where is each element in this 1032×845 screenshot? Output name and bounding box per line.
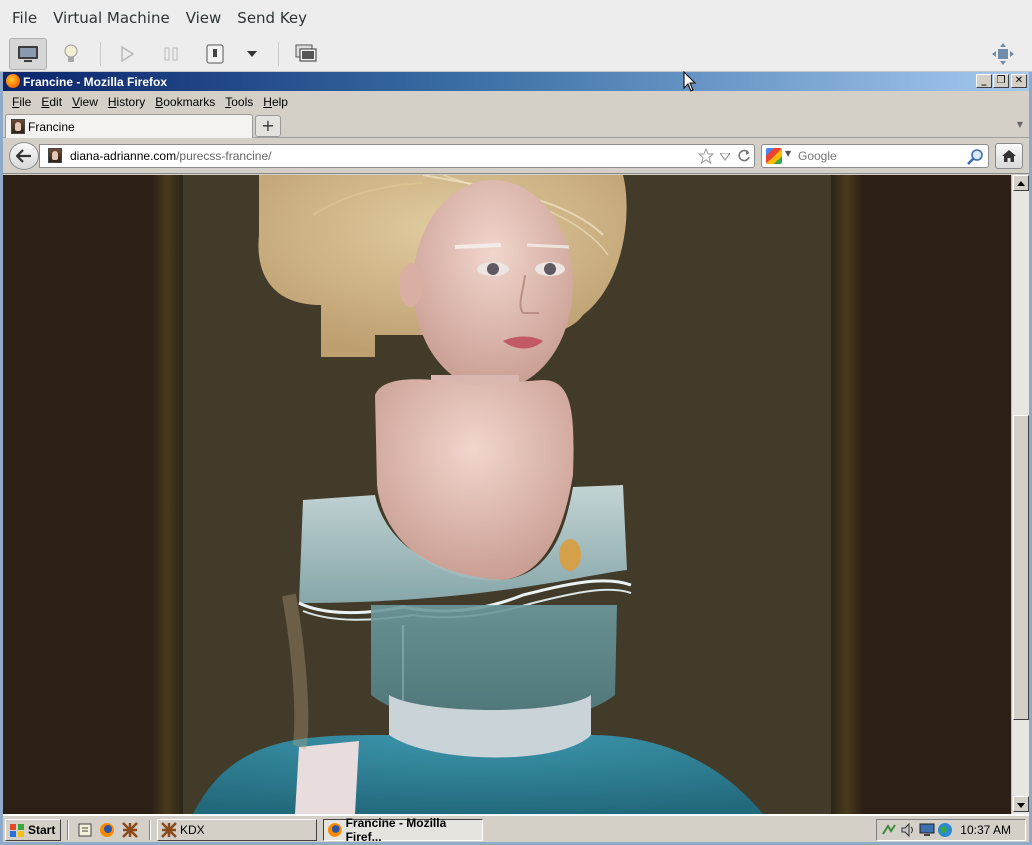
new-tab-button[interactable]: + — [255, 115, 281, 137]
details-button[interactable] — [52, 38, 90, 70]
google-engine-icon[interactable] — [766, 148, 782, 164]
menu-view[interactable]: View — [67, 95, 103, 109]
scroll-up-button[interactable] — [1013, 175, 1029, 191]
page-content[interactable] — [3, 175, 1011, 814]
kdx-icon — [161, 822, 177, 838]
tab-label: Francine — [28, 120, 75, 134]
kdx-quicklaunch-icon[interactable] — [122, 822, 138, 838]
minimize-button[interactable]: _ — [976, 74, 992, 88]
mouse-cursor-icon — [683, 71, 697, 92]
history-dropdown-icon[interactable] — [720, 153, 730, 161]
url-text[interactable]: diana-adrianne.com/purecss-francine/ — [70, 149, 271, 163]
search-placeholder: Google — [798, 149, 837, 163]
close-button[interactable]: ✕ — [1011, 74, 1027, 88]
shutdown-button[interactable] — [196, 38, 234, 70]
vm-menubar: File Virtual Machine View Send Key — [0, 0, 1032, 36]
window-titlebar[interactable]: Francine - Mozilla Firefox _ ❐ ✕ — [3, 72, 1029, 91]
start-logo-icon — [10, 824, 24, 837]
home-icon — [1002, 150, 1016, 162]
arrow-down-icon — [1017, 803, 1025, 808]
fullscreen-button[interactable] — [984, 38, 1022, 70]
pause-icon — [164, 47, 178, 61]
pause-button[interactable] — [152, 38, 190, 70]
vm-menu-view[interactable]: View — [178, 0, 230, 36]
task-firefox-label: Francine - Mozilla Firef... — [345, 816, 447, 842]
power-icon — [206, 44, 224, 64]
reload-icon[interactable] — [737, 149, 751, 163]
tab-francine[interactable]: Francine — [5, 114, 253, 139]
navigation-bar: diana-adrianne.com/purecss-francine/ ▼ G… — [3, 138, 1029, 174]
home-button[interactable] — [995, 143, 1023, 169]
restore-button[interactable]: ❐ — [993, 74, 1009, 88]
task-kdx-label: KDX — [180, 823, 205, 837]
toolbar-separator — [100, 42, 101, 66]
window-title: Francine - Mozilla Firefox — [23, 74, 168, 89]
favicon-icon — [11, 119, 25, 134]
fullscreen-icon — [992, 43, 1014, 65]
display-icon[interactable] — [919, 822, 935, 838]
start-button[interactable]: Start — [5, 819, 61, 841]
firefox-quicklaunch-icon[interactable] — [99, 822, 115, 838]
screens-icon — [295, 44, 317, 62]
menu-file[interactable]: File — [7, 95, 36, 109]
network-icon[interactable] — [881, 822, 897, 838]
menu-history[interactable]: History — [103, 95, 150, 109]
lightbulb-icon — [64, 44, 78, 62]
url-path: /purecss-francine/ — [176, 149, 272, 163]
scroll-down-button[interactable] — [1013, 796, 1029, 812]
url-domain: diana-adrianne.com — [70, 149, 177, 163]
start-label: Start — [28, 823, 56, 837]
dropdown-icon — [247, 51, 257, 57]
snapshots-button[interactable] — [287, 38, 325, 70]
menu-tools[interactable]: Tools — [220, 95, 258, 109]
tab-bar: Francine + ▼ — [3, 112, 1029, 139]
task-firefox[interactable]: Francine - Mozilla Firef... — [323, 816, 483, 842]
guest-desktop: Francine - Mozilla Firefox _ ❐ ✕ File Ed… — [3, 72, 1029, 842]
back-button[interactable] — [9, 142, 39, 170]
tab-list-icon[interactable]: ▼ — [1017, 120, 1023, 129]
firefox-menubar: File Edit View History Bookmarks Tools H… — [3, 91, 1029, 112]
menu-bookmarks[interactable]: Bookmarks — [150, 95, 220, 109]
menu-edit[interactable]: Edit — [36, 95, 67, 109]
francine-painting — [3, 175, 1011, 814]
vm-menu-file[interactable]: File — [4, 0, 45, 36]
search-icon[interactable] — [966, 148, 984, 166]
firefox-icon — [327, 823, 342, 837]
console-button[interactable] — [9, 38, 47, 70]
system-tray: 10:37 AM — [876, 819, 1026, 841]
firefox-logo-icon — [6, 74, 20, 88]
menu-help[interactable]: Help — [258, 95, 293, 109]
search-bar[interactable]: ▼ Google — [761, 144, 989, 168]
vm-menu-virtual-machine[interactable]: Virtual Machine — [45, 0, 178, 36]
firefox-window: Francine - Mozilla Firefox _ ❐ ✕ File Ed… — [3, 72, 1029, 814]
url-bar[interactable]: diana-adrianne.com/purecss-francine/ — [39, 144, 755, 168]
toolbar-separator — [278, 42, 279, 66]
monitor-icon — [18, 46, 38, 62]
taskbar-separator — [149, 820, 151, 840]
taskbar: Start KDX Francine - Mozilla Firef... 10… — [3, 814, 1029, 842]
vm-menu-send-key[interactable]: Send Key — [229, 0, 315, 36]
run-button[interactable] — [108, 38, 146, 70]
show-desktop-icon[interactable] — [77, 822, 93, 838]
engine-dropdown-icon[interactable]: ▼ — [785, 149, 791, 158]
vm-toolbar — [0, 36, 1032, 72]
back-arrow-icon — [16, 149, 31, 163]
vertical-scrollbar[interactable] — [1011, 175, 1029, 814]
scrollbar-thumb[interactable] — [1013, 415, 1029, 720]
play-icon — [121, 46, 134, 62]
site-identity-icon[interactable] — [48, 148, 62, 163]
globe-icon[interactable] — [937, 822, 953, 838]
arrow-up-icon — [1017, 181, 1025, 186]
shutdown-menu-button[interactable] — [234, 38, 270, 70]
bookmark-star-icon[interactable] — [698, 148, 714, 164]
clock: 10:37 AM — [960, 823, 1011, 837]
volume-icon[interactable] — [900, 822, 916, 838]
task-kdx[interactable]: KDX — [157, 819, 317, 841]
taskbar-separator — [67, 820, 69, 840]
